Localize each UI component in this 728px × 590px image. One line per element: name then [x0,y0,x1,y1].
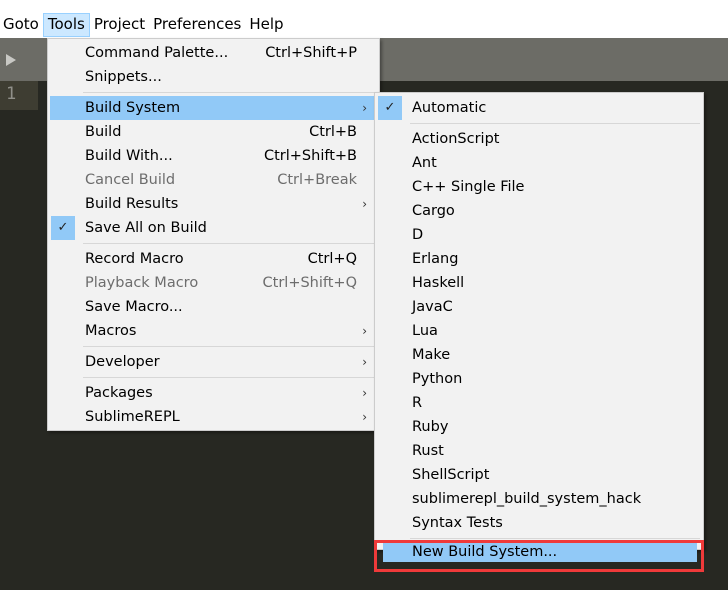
menu-item-macros[interactable]: Macros › [50,319,377,343]
menu-item-label: Developer [85,354,160,370]
menu-item-save-macro[interactable]: Save Macro... [50,295,377,319]
chevron-right-icon: › [362,355,367,369]
menu-item-label: R [412,395,423,411]
menu-item-sublimerepl[interactable]: SublimeREPL › [50,405,377,429]
chevron-right-icon: › [362,197,367,211]
build-system-d[interactable]: D [377,223,701,247]
play-icon[interactable] [6,54,16,66]
menu-item-label: Snippets... [85,69,162,85]
build-system-automatic[interactable]: ✓ Automatic [377,96,701,120]
chevron-right-icon: › [362,324,367,338]
line-number: 1 [6,84,17,104]
menu-item-label: Build System [85,100,181,116]
build-system-haskell[interactable]: Haskell [377,271,701,295]
menu-item-shortcut: Ctrl+B [309,124,357,140]
menu-item-label: Make [412,347,451,363]
menu-item-label: Command Palette... [85,45,229,61]
menu-project[interactable]: Project [90,13,149,37]
menu-item-shortcut: Ctrl+Shift+P [265,45,357,61]
build-system-r[interactable]: R [377,391,701,415]
menu-item-label: Build Results [85,196,179,212]
menu-item-label: ShellScript [412,467,490,483]
menu-item-label: ActionScript [412,131,500,147]
gutter-current-line: 1 [0,81,38,110]
menu-item-command-palette[interactable]: Command Palette... Ctrl+Shift+P [50,41,377,65]
menu-item-label: Packages [85,385,153,401]
build-system-rust[interactable]: Rust [377,439,701,463]
menu-item-label: Playback Macro [85,275,199,291]
menu-item-label: Cancel Build [85,172,176,188]
menu-item-snippets[interactable]: Snippets... [50,65,377,89]
check-icon: ✓ [51,216,75,240]
menu-item-label: C++ Single File [412,179,525,195]
menu-item-packages[interactable]: Packages › [50,381,377,405]
menu-item-label: SublimeREPL [85,409,180,425]
menu-item-label: Haskell [412,275,465,291]
chevron-right-icon: › [362,386,367,400]
build-system-c-single-file[interactable]: C++ Single File [377,175,701,199]
menu-help[interactable]: Help [245,13,287,37]
build-system-sublimerepl-build-system-hack[interactable]: sublimerepl_build_system_hack [377,487,701,511]
build-system-cargo[interactable]: Cargo [377,199,701,223]
menu-item-label: Save All on Build [85,220,207,236]
menu-item-label: Rust [412,443,444,459]
menu-item-label: Python [412,371,463,387]
menu-item-label: Record Macro [85,251,184,267]
menu-separator [83,243,377,244]
menu-item-label: Macros [85,323,137,339]
build-system-shellscript[interactable]: ShellScript [377,463,701,487]
menu-item-cancel-build[interactable]: Cancel Build Ctrl+Break [50,168,377,192]
build-system-submenu: ✓ Automatic ActionScript Ant C++ Single File… [374,92,704,562]
menu-item-label: Automatic [412,100,487,116]
menu-item-label: Erlang [412,251,459,267]
menu-item-label: D [412,227,424,243]
build-system-lua[interactable]: Lua [377,319,701,343]
menu-goto[interactable]: Goto [0,13,43,37]
menu-item-shortcut: Ctrl+Q [307,251,357,267]
menu-separator [83,346,377,347]
menu-separator [410,538,700,539]
chevron-right-icon: › [362,410,367,424]
menu-item-label: sublimerepl_build_system_hack [412,491,642,507]
menu-item-label: Save Macro... [85,299,183,315]
menu-item-label: Lua [412,323,438,339]
menu-separator [410,123,700,124]
build-system-syntax-tests[interactable]: Syntax Tests [377,511,701,535]
menu-item-label: Ruby [412,419,449,435]
check-icon: ✓ [378,96,402,120]
menu-item-build-with[interactable]: Build With... Ctrl+Shift+B [50,144,377,168]
menu-item-playback-macro[interactable]: Playback Macro Ctrl+Shift+Q [50,271,377,295]
tools-menu: Command Palette... Ctrl+Shift+P Snippets..… [47,38,380,431]
menu-preferences[interactable]: Preferences [149,13,245,37]
build-system-ruby[interactable]: Ruby [377,415,701,439]
chevron-right-icon: › [362,101,367,115]
menu-item-build-results[interactable]: Build Results › [50,192,377,216]
build-system-ant[interactable]: Ant [377,151,701,175]
menu-item-label: JavaC [412,299,453,315]
menu-item-record-macro[interactable]: Record Macro Ctrl+Q [50,247,377,271]
menu-item-label: Build [85,124,122,140]
menu-separator [83,377,377,378]
menu-item-build-system[interactable]: Build System › [50,96,377,120]
menu-item-build[interactable]: Build Ctrl+B [50,120,377,144]
build-system-actionscript[interactable]: ActionScript [377,127,701,151]
menu-item-shortcut: Ctrl+Shift+B [263,148,357,164]
menu-item-shortcut: Ctrl+Break [277,172,357,188]
build-system-javac[interactable]: JavaC [377,295,701,319]
menu-bar: Goto Tools Project Preferences Help [0,0,728,38]
menu-item-developer[interactable]: Developer › [50,350,377,374]
build-system-erlang[interactable]: Erlang [377,247,701,271]
menu-item-label: Ant [412,155,437,171]
build-system-make[interactable]: Make [377,343,701,367]
build-system-python[interactable]: Python [377,367,701,391]
menu-item-label: Cargo [412,203,455,219]
menu-separator [83,92,377,93]
highlight-callout-box [374,540,704,572]
menu-tools[interactable]: Tools [42,13,90,37]
menu-item-label: Build With... [85,148,173,164]
menu-item-shortcut: Ctrl+Shift+Q [262,275,357,291]
menu-item-save-all-on-build[interactable]: ✓ Save All on Build [50,216,377,240]
menu-item-label: Syntax Tests [412,515,503,531]
